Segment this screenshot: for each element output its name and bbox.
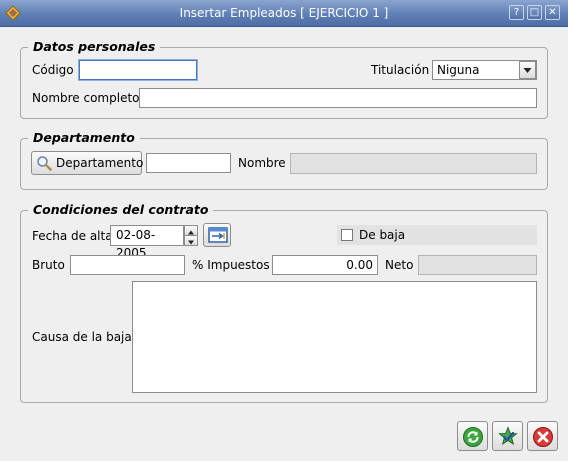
refresh-button[interactable] (457, 421, 488, 451)
close-button[interactable]: ✕ (545, 5, 560, 20)
fecha-alta-label: Fecha de alta (32, 229, 113, 243)
departamento-code-input[interactable] (146, 153, 231, 173)
causa-baja-textarea[interactable] (132, 281, 537, 393)
departamento-nombre-label: Nombre (238, 156, 286, 170)
cancel-icon (532, 426, 554, 448)
impuestos-label: % Impuestos (192, 258, 270, 272)
causa-baja-label: Causa de la baja (32, 330, 132, 344)
accept-icon (497, 426, 519, 448)
maximize-button[interactable]: □ (527, 5, 542, 20)
codigo-label: Código (32, 63, 74, 77)
window-title: Insertar Empleados [ EJERCICIO 1 ] (179, 6, 389, 20)
de-baja-checkbox[interactable] (341, 229, 353, 241)
neto-label: Neto (385, 258, 414, 272)
calendar-icon (208, 227, 228, 243)
codigo-input[interactable] (79, 60, 197, 80)
help-button[interactable]: ? (509, 5, 524, 20)
contrato-legend: Condiciones del contrato (28, 202, 214, 218)
impuestos-input[interactable]: 0.00 (272, 255, 378, 275)
titulacion-value: Niguna (437, 63, 480, 77)
search-icon (36, 155, 52, 171)
departamento-button[interactable]: Departamento (31, 151, 144, 175)
de-baja-label[interactable]: De baja (359, 225, 405, 245)
bruto-label: Bruto (32, 258, 65, 272)
departamento-nombre-input (290, 153, 537, 174)
fecha-spin-down[interactable] (184, 235, 198, 246)
neto-input (418, 255, 537, 275)
fecha-alta-input[interactable]: 02-08-2005 (110, 225, 184, 260)
calendar-button[interactable] (203, 223, 231, 247)
refresh-icon (462, 426, 484, 448)
cancel-button[interactable] (527, 421, 558, 451)
accept-button[interactable] (492, 421, 523, 451)
departamento-legend: Departamento (28, 130, 140, 146)
personal-data-legend: Datos personales (28, 39, 161, 55)
bruto-input[interactable] (70, 255, 185, 275)
departamento-button-label: Departamento (56, 156, 144, 170)
titulacion-label: Titulación (371, 63, 430, 77)
nombre-completo-input[interactable] (139, 88, 537, 108)
personal-data-group (20, 47, 548, 119)
nombre-completo-label: Nombre completo (32, 91, 140, 105)
chevron-down-icon[interactable] (519, 61, 536, 79)
